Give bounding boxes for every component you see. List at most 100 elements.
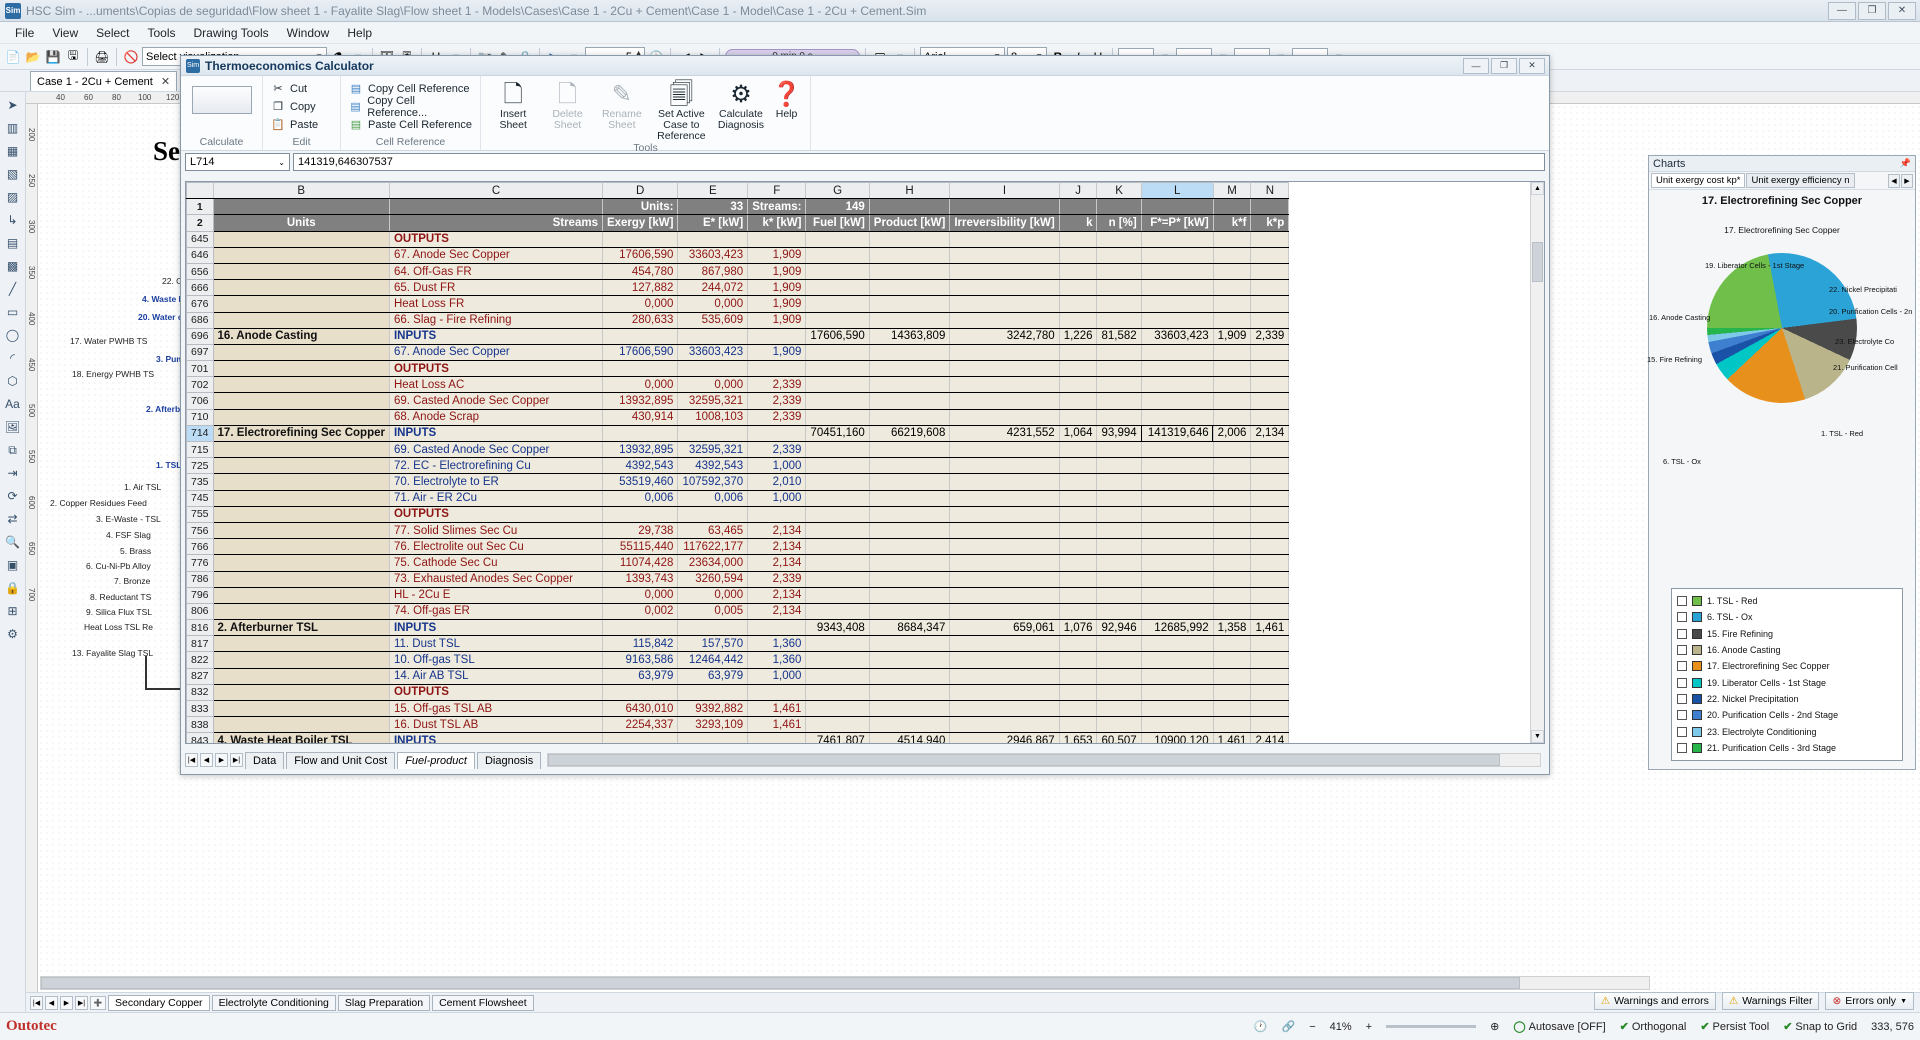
row-header-646[interactable]: 646	[187, 247, 214, 263]
legend-checkbox[interactable]	[1677, 743, 1687, 753]
cell-M697[interactable]	[1213, 344, 1251, 360]
cell-J816[interactable]: 1,076	[1059, 620, 1097, 636]
cell-L745[interactable]	[1141, 490, 1213, 506]
cell-H833[interactable]	[869, 701, 950, 717]
cell-M776[interactable]	[1213, 555, 1251, 571]
calculator-maximize-button[interactable]: ❐	[1491, 58, 1517, 74]
cell-F735[interactable]: 2,010	[748, 474, 806, 490]
cell-L827[interactable]	[1141, 668, 1213, 684]
cell-E817[interactable]: 157,570	[678, 636, 748, 652]
cell-F645[interactable]	[748, 231, 806, 247]
cell-C725[interactable]: 72. EC - Electrorefining Cu	[389, 458, 602, 474]
cell-H676[interactable]	[869, 296, 950, 312]
cell-H666[interactable]	[869, 280, 950, 296]
cell-I832[interactable]	[950, 684, 1059, 700]
cell-C656[interactable]: 64. Off-Gas FR	[389, 263, 602, 279]
cell-B666[interactable]	[213, 280, 389, 296]
chart-prev-button[interactable]: ◀	[1888, 174, 1900, 188]
cell-M702[interactable]	[1213, 377, 1251, 393]
cell-I833[interactable]	[950, 701, 1059, 717]
cell-F832[interactable]	[748, 684, 806, 700]
output-tool-icon[interactable]: ▨	[3, 187, 23, 207]
cell-F1-streams-label[interactable]: Streams:	[748, 199, 806, 215]
cell-N755[interactable]	[1251, 506, 1289, 522]
cell-N666[interactable]	[1251, 280, 1289, 296]
cell-F715[interactable]: 2,339	[748, 442, 806, 458]
cell-G706[interactable]	[806, 393, 869, 409]
cell-E827[interactable]: 63,979	[678, 668, 748, 684]
table-row[interactable]: 80674. Off-gas ER0,0020,0052,134	[187, 603, 1289, 619]
cell-G822[interactable]	[806, 652, 869, 668]
cell-H843[interactable]: 4514,940	[869, 733, 950, 743]
flowsheet-tab-secondary-copper[interactable]: Secondary Copper	[108, 995, 210, 1011]
column-header-C[interactable]: C	[389, 183, 602, 199]
legend-checkbox[interactable]	[1677, 612, 1687, 622]
cell-J715[interactable]	[1059, 442, 1097, 458]
cell-M843[interactable]: 1,461	[1213, 733, 1251, 743]
calculate-diagnosis-button[interactable]: ⚙ Calculate Diagnosis	[715, 82, 767, 131]
column-header-F[interactable]: F	[748, 183, 806, 199]
copy-cell-reference-options-button[interactable]: ▤ Copy Cell Reference...	[347, 98, 474, 115]
cell-J725[interactable]	[1059, 458, 1097, 474]
cell-E714[interactable]	[678, 425, 748, 441]
cell-J714[interactable]: 1,064	[1059, 425, 1097, 441]
cell-J833[interactable]	[1059, 701, 1097, 717]
cell-G776[interactable]	[806, 555, 869, 571]
cell-B1[interactable]	[213, 199, 389, 215]
cell-C843[interactable]: INPUTS	[389, 733, 602, 743]
first-sheet-button[interactable]: |◀	[185, 753, 198, 767]
row-header-666[interactable]: 666	[187, 280, 214, 296]
cell-E725[interactable]: 4392,543	[678, 458, 748, 474]
cell-B745[interactable]	[213, 490, 389, 506]
cell-K786[interactable]	[1097, 571, 1141, 587]
cell-M686[interactable]	[1213, 312, 1251, 328]
cell-E701[interactable]	[678, 361, 748, 377]
cell-I2[interactable]: Irreversibility [kW]	[950, 215, 1059, 231]
cell-K796[interactable]	[1097, 587, 1141, 603]
charts-panel[interactable]: Charts 📌 Unit exergy cost kp* Unit exerg…	[1648, 155, 1916, 770]
row-header-827[interactable]: 827	[187, 668, 214, 684]
table-row[interactable]: 77675. Cathode Sec Cu11074,42823634,0002…	[187, 555, 1289, 571]
cell-N714[interactable]: 2,134	[1251, 425, 1289, 441]
cell-E676[interactable]: 0,000	[678, 296, 748, 312]
cell-D745[interactable]: 0,006	[602, 490, 677, 506]
legend-checkbox[interactable]	[1677, 678, 1687, 688]
cell-D656[interactable]: 454,780	[602, 263, 677, 279]
cell-C676[interactable]: Heat Loss FR	[389, 296, 602, 312]
row-header-756[interactable]: 756	[187, 522, 214, 538]
cell-H766[interactable]	[869, 539, 950, 555]
cell-E646[interactable]: 33603,423	[678, 247, 748, 263]
cell-M676[interactable]	[1213, 296, 1251, 312]
thermoeconomics-calculator-window[interactable]: Sim Thermoeconomics Calculator — ❐ ✕ Cal…	[180, 55, 1550, 775]
cell-J701[interactable]	[1059, 361, 1097, 377]
table-row[interactable]: 65664. Off-Gas FR454,780867,9801,909	[187, 263, 1289, 279]
stream-label[interactable]: 9. Silica Flux TSL	[86, 607, 152, 617]
prev-tab-button[interactable]: ◀	[45, 996, 58, 1010]
sheet-tab-data[interactable]: Data	[245, 752, 284, 769]
row-header-806[interactable]: 806	[187, 603, 214, 619]
cell-L1[interactable]	[1141, 199, 1213, 215]
row-header-816[interactable]: 816	[187, 620, 214, 636]
column-header-L[interactable]: L	[1141, 183, 1213, 199]
row-header-843[interactable]: 843	[187, 733, 214, 743]
row-header-766[interactable]: 766	[187, 539, 214, 555]
cell-N697[interactable]	[1251, 344, 1289, 360]
cell-N822[interactable]	[1251, 652, 1289, 668]
cell-H796[interactable]	[869, 587, 950, 603]
cell-C786[interactable]: 73. Exhausted Anodes Sec Copper	[389, 571, 602, 587]
cell-E822[interactable]: 12464,442	[678, 652, 748, 668]
cell-L766[interactable]	[1141, 539, 1213, 555]
table-row[interactable]: 8434. Waste Heat Boiler TSLINPUTS7461,80…	[187, 733, 1289, 743]
cell-D755[interactable]	[602, 506, 677, 522]
cell-L822[interactable]	[1141, 652, 1213, 668]
cell-B822[interactable]	[213, 652, 389, 668]
cell-H714[interactable]: 66219,608	[869, 425, 950, 441]
cell-E806[interactable]: 0,005	[678, 603, 748, 619]
cell-N725[interactable]	[1251, 458, 1289, 474]
cell-N745[interactable]	[1251, 490, 1289, 506]
paste-button[interactable]: 📋 Paste	[269, 116, 320, 133]
table-row[interactable]: 81711. Dust TSL115,842157,5701,360	[187, 636, 1289, 652]
cell-G645[interactable]	[806, 231, 869, 247]
cell-G697[interactable]	[806, 344, 869, 360]
cell-N686[interactable]	[1251, 312, 1289, 328]
